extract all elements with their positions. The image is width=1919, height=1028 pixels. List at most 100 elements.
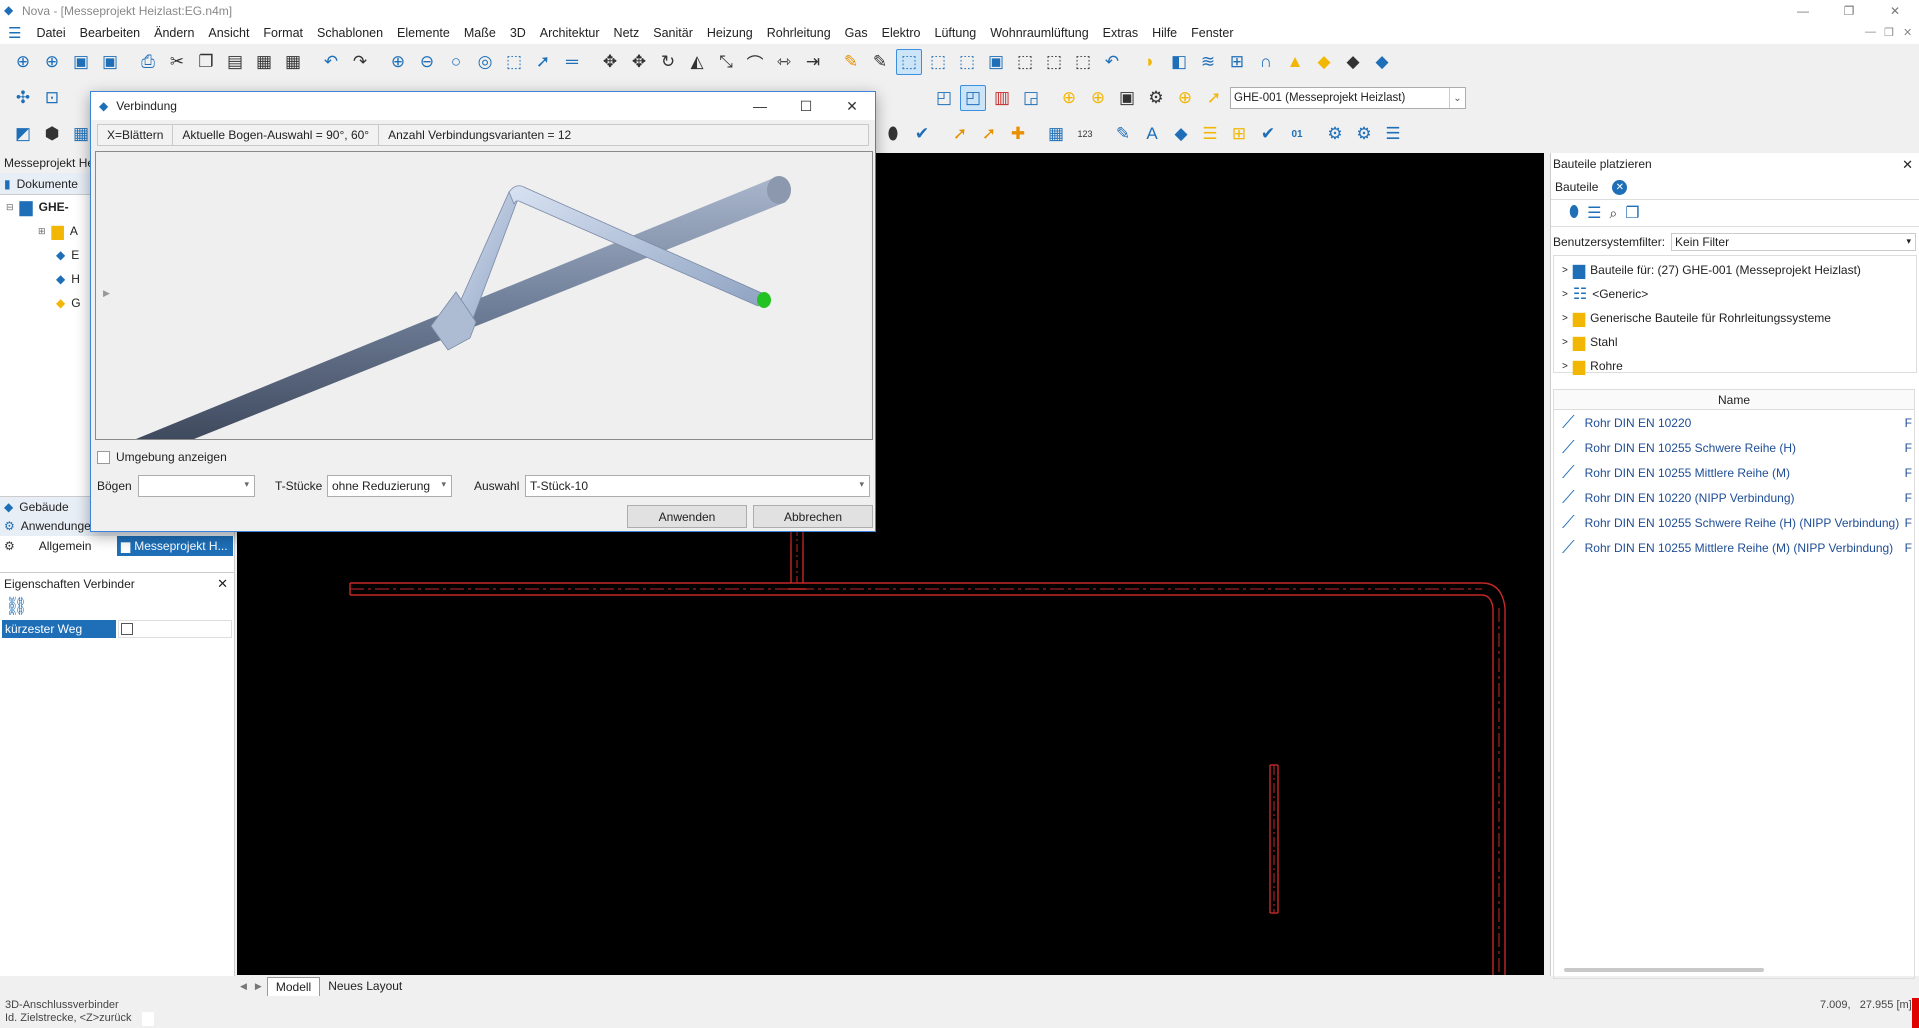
expand-icon[interactable]: > xyxy=(1562,361,1568,372)
rotate-icon[interactable]: ↻ xyxy=(655,49,681,75)
undo-icon[interactable]: ↶ xyxy=(318,49,344,75)
settings-list-icon[interactable]: ☰ xyxy=(1587,203,1601,223)
menu-gas[interactable]: Gas xyxy=(838,26,875,40)
list-item[interactable]: ⟋ Rohr DIN EN 10255 Mittlere Reihe (M) F xyxy=(1554,460,1914,485)
name-column-header[interactable]: Name xyxy=(1554,390,1914,410)
check-icon[interactable]: ✔ xyxy=(909,121,935,147)
menu-masse[interactable]: Maße xyxy=(457,26,503,40)
menu-3d[interactable]: 3D xyxy=(503,26,533,40)
cancel-button[interactable]: Abbrechen xyxy=(753,505,873,528)
menu-hilfe[interactable]: Hilfe xyxy=(1145,26,1184,40)
menu-ansicht[interactable]: Ansicht xyxy=(201,26,256,40)
tab-next-icon[interactable]: ▶ xyxy=(252,981,265,992)
color-icon[interactable]: ▥ xyxy=(989,85,1015,111)
window-icon[interactable]: ⊞ xyxy=(1224,49,1250,75)
auswahl-select[interactable]: T-Stück-10 ▾ xyxy=(525,475,870,497)
arc-icon[interactable]: ⌒ xyxy=(742,49,768,75)
tree-item[interactable]: > ▆ Generische Bauteile für Rohrleitungssy… xyxy=(1554,306,1916,330)
search-icon[interactable]: ⌕ xyxy=(1609,205,1617,222)
dialog-title-bar[interactable]: ◆ Verbindung — ☐ ✕ xyxy=(91,92,875,120)
close-button[interactable]: ✕ xyxy=(1872,0,1918,22)
list-item[interactable]: ⟋ Rohr DIN EN 10220 F xyxy=(1554,410,1914,435)
zoom-icon[interactable]: ○ xyxy=(443,49,469,75)
menu-heizung[interactable]: Heizung xyxy=(700,26,760,40)
menu-rohrleitung[interactable]: Rohrleitung xyxy=(760,26,838,40)
layers-icon[interactable]: ◆ xyxy=(1340,49,1366,75)
menu-elemente[interactable]: Elemente xyxy=(390,26,457,40)
list-icon[interactable]: ☰ xyxy=(1197,121,1223,147)
zoom-window-icon[interactable]: ◎ xyxy=(472,49,498,75)
move-icon[interactable]: ✥ xyxy=(597,49,623,75)
project-select-icon[interactable]: ➚ xyxy=(1201,85,1227,111)
select-type-icon[interactable]: ⬚ xyxy=(1012,49,1038,75)
menu-wohnraumlueftung[interactable]: Wohnraumlüftung xyxy=(983,26,1095,40)
list-item[interactable]: ⟋ Rohr DIN EN 10255 Schwere Reihe (H) (NI… xyxy=(1554,510,1914,535)
menu-extras[interactable]: Extras xyxy=(1096,26,1145,40)
floor-icon[interactable]: ◆ xyxy=(1311,49,1337,75)
zoom-in-icon[interactable]: ⊕ xyxy=(385,49,411,75)
close-icon[interactable]: ✕ xyxy=(217,576,228,592)
boegen-select[interactable]: ▾ xyxy=(138,475,255,497)
measure-icon[interactable]: ✎ xyxy=(1110,121,1136,147)
list-item[interactable]: ⟋ Rohr DIN EN 10220 (NIPP Verbindung) F xyxy=(1554,485,1914,510)
menu-aendern[interactable]: Ändern xyxy=(147,26,201,40)
surroundings-checkbox[interactable] xyxy=(97,450,110,464)
add-settings-icon[interactable]: ⚙ xyxy=(1351,121,1377,147)
text-icon[interactable]: A xyxy=(1139,121,1165,147)
cut-icon[interactable]: ✂ xyxy=(164,49,190,75)
edit-check-icon[interactable]: ✔ xyxy=(1255,121,1281,147)
table-icon[interactable]: ▦ xyxy=(1043,121,1069,147)
insert-icon[interactable]: ✚ xyxy=(1005,121,1031,147)
snap-icon[interactable]: ✣ xyxy=(10,85,36,111)
minimize-button[interactable]: — xyxy=(1780,0,1826,22)
save-project-icon[interactable]: ▣ xyxy=(1114,85,1140,111)
connector-icon[interactable]: ⛓ xyxy=(5,596,28,617)
stretch-icon[interactable]: ⇿ xyxy=(771,49,797,75)
mdi-close-button[interactable]: ✕ xyxy=(1903,26,1912,39)
close-tab-icon[interactable]: ✕ xyxy=(1612,179,1628,195)
print-icon[interactable]: ⎙ xyxy=(135,49,161,75)
expand-icon[interactable]: > xyxy=(1562,337,1568,348)
filter-select-icon[interactable]: ⬚ xyxy=(1041,49,1067,75)
project-select[interactable]: GHE-001 (Messeprojekt Heizlast) ⌄ xyxy=(1230,87,1466,109)
menu-architektur[interactable]: Architektur xyxy=(533,26,607,40)
mdi-minimize-button[interactable]: — xyxy=(1865,26,1876,38)
redo-icon[interactable]: ↷ xyxy=(347,49,373,75)
network-icon[interactable]: ◩ xyxy=(10,121,36,147)
tag-icon[interactable]: ◗ xyxy=(1137,49,1163,75)
mdi-restore-button[interactable]: ❐ xyxy=(1884,26,1894,39)
roof-icon[interactable]: ▲ xyxy=(1282,49,1308,75)
zoom-extents-icon[interactable]: ⬚ xyxy=(501,49,527,75)
door-icon[interactable]: ∩ xyxy=(1253,49,1279,75)
dialog-maximize-button[interactable]: ☐ xyxy=(783,92,829,120)
line-icon[interactable]: ═ xyxy=(559,49,585,75)
settings-icon[interactable]: ⚙ xyxy=(1322,121,1348,147)
3d-box-icon[interactable]: ◆ xyxy=(1369,49,1395,75)
label-icon[interactable]: ◆ xyxy=(1168,121,1194,147)
list-item[interactable]: ⟋ Rohr DIN EN 10255 Mittlere Reihe (M) (N… xyxy=(1554,535,1914,560)
database-icon[interactable]: ⬮ xyxy=(1569,204,1579,222)
scale-icon[interactable]: ⤡ xyxy=(713,49,739,75)
menu-elektro[interactable]: Elektro xyxy=(875,26,928,40)
command-input[interactable] xyxy=(142,1012,154,1026)
tree-item[interactable]: > ▆ Stahl xyxy=(1554,330,1916,354)
open-project-icon[interactable]: ⊕ xyxy=(1085,85,1111,111)
menu-schablonen[interactable]: Schablonen xyxy=(310,26,390,40)
filter-select[interactable]: Kein Filter ▾ xyxy=(1671,233,1917,251)
copy-icon[interactable]: ❐ xyxy=(193,49,219,75)
view-front-icon[interactable]: ◰ xyxy=(931,85,957,111)
list-item[interactable]: ⟋ Rohr DIN EN 10255 Schwere Reihe (H) F xyxy=(1554,435,1914,460)
expand-icon[interactable]: ⊞ xyxy=(38,226,46,237)
tab-modell[interactable]: Modell xyxy=(266,976,321,996)
bauteile-tab[interactable]: Bauteile ✕ xyxy=(1551,175,1919,199)
brush-icon[interactable]: ✎ xyxy=(838,49,864,75)
export-2-icon[interactable]: ➚ xyxy=(976,121,1002,147)
select-window-icon[interactable]: ⬚ xyxy=(954,49,980,75)
add-project-icon[interactable]: ⊕ xyxy=(1056,85,1082,111)
hamburger-icon[interactable]: ☰ xyxy=(0,24,29,42)
menu-netz[interactable]: Netz xyxy=(607,26,647,40)
browse-left-icon[interactable]: ▶ xyxy=(103,288,110,299)
tree-item[interactable]: > ☷ <Generic> xyxy=(1554,282,1916,306)
close-icon[interactable]: ✕ xyxy=(1902,157,1913,173)
numbering-01-icon[interactable]: 01 xyxy=(1284,121,1310,147)
